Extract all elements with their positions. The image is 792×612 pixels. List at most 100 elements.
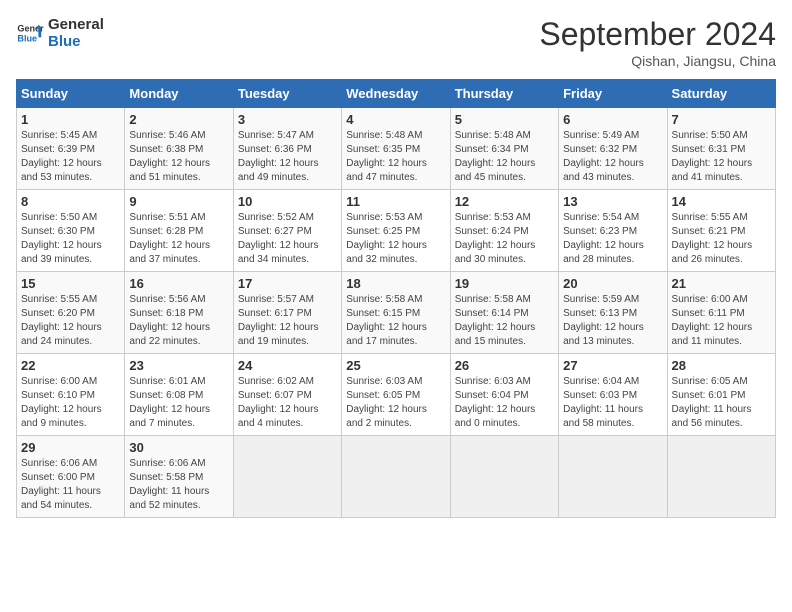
calendar-cell: 7Sunrise: 5:50 AM Sunset: 6:31 PM Daylig…: [667, 108, 775, 190]
calendar-cell: 23 Sunrise: 6:01 AM Sunset: 6:08 PM Dayli…: [125, 354, 233, 436]
day-number: 6: [563, 112, 662, 127]
day-info: Sunrise: 6:00 AM Sunset: 6:10 PM Dayligh…: [21, 375, 120, 431]
calendar-cell: 3 Sunrise: 5:47 AM Sunset: 6:36 PM Daylig…: [233, 108, 341, 190]
calendar-cell: [559, 436, 667, 518]
day-info: Sunrise: 5:48 AM Sunset: 6:34 PM Dayligh…: [455, 129, 554, 185]
day-number: 20: [563, 276, 662, 291]
day-info: Sunrise: 5:55 AM Sunset: 6:20 PM Dayligh…: [21, 293, 120, 349]
calendar-cell: 21Sunrise: 6:00 AM Sunset: 6:11 PM Dayli…: [667, 272, 775, 354]
calendar-cell: 19 Sunrise: 5:58 AM Sunset: 6:14 PM Dayli…: [450, 272, 558, 354]
calendar-cell: 22 Sunrise: 6:00 AM Sunset: 6:10 PM Dayli…: [17, 354, 125, 436]
calendar-cell: 4 Sunrise: 5:48 AM Sunset: 6:35 PM Daylig…: [342, 108, 450, 190]
calendar-cell: 13 Sunrise: 5:54 AM Sunset: 6:23 PM Dayli…: [559, 190, 667, 272]
day-info: Sunrise: 5:51 AM Sunset: 6:28 PM Dayligh…: [129, 211, 228, 267]
calendar-cell: 26 Sunrise: 6:03 AM Sunset: 6:04 PM Dayli…: [450, 354, 558, 436]
calendar-body: 1 Sunrise: 5:45 AM Sunset: 6:39 PM Daylig…: [17, 108, 776, 518]
calendar-header: SundayMondayTuesdayWednesdayThursdayFrid…: [17, 80, 776, 108]
day-number: 8: [21, 194, 120, 209]
day-number: 13: [563, 194, 662, 209]
calendar-cell: 8 Sunrise: 5:50 AM Sunset: 6:30 PM Daylig…: [17, 190, 125, 272]
day-number: 23: [129, 358, 228, 373]
calendar-cell: [342, 436, 450, 518]
calendar-cell: 24 Sunrise: 6:02 AM Sunset: 6:07 PM Dayli…: [233, 354, 341, 436]
day-info: Sunrise: 5:58 AM Sunset: 6:14 PM Dayligh…: [455, 293, 554, 349]
day-info: Sunrise: 5:53 AM Sunset: 6:24 PM Dayligh…: [455, 211, 554, 267]
day-info: Sunrise: 5:48 AM Sunset: 6:35 PM Dayligh…: [346, 129, 445, 185]
header-row: SundayMondayTuesdayWednesdayThursdayFrid…: [17, 80, 776, 108]
calendar-cell: 20 Sunrise: 5:59 AM Sunset: 6:13 PM Dayli…: [559, 272, 667, 354]
day-number: 4: [346, 112, 445, 127]
day-number: 24: [238, 358, 337, 373]
weekday-header: Sunday: [17, 80, 125, 108]
calendar-table: SundayMondayTuesdayWednesdayThursdayFrid…: [16, 79, 776, 518]
logo-line1: General: [48, 16, 104, 33]
logo-icon: General Blue: [16, 19, 44, 47]
day-info: Sunrise: 5:50 AM Sunset: 6:31 PM Dayligh…: [672, 129, 771, 185]
calendar-cell: 5 Sunrise: 5:48 AM Sunset: 6:34 PM Daylig…: [450, 108, 558, 190]
day-number: 14: [672, 194, 771, 209]
calendar-cell: 9 Sunrise: 5:51 AM Sunset: 6:28 PM Daylig…: [125, 190, 233, 272]
title-area: September 2024 Qishan, Jiangsu, China: [539, 16, 776, 69]
day-info: Sunrise: 5:53 AM Sunset: 6:25 PM Dayligh…: [346, 211, 445, 267]
day-info: Sunrise: 5:47 AM Sunset: 6:36 PM Dayligh…: [238, 129, 337, 185]
day-info: Sunrise: 6:05 AM Sunset: 6:01 PM Dayligh…: [672, 375, 771, 431]
calendar-cell: 17Sunrise: 5:57 AM Sunset: 6:17 PM Dayli…: [233, 272, 341, 354]
calendar-week-row: 29Sunrise: 6:06 AM Sunset: 6:00 PM Dayli…: [17, 436, 776, 518]
day-number: 18: [346, 276, 445, 291]
day-number: 27: [563, 358, 662, 373]
day-info: Sunrise: 5:58 AM Sunset: 6:15 PM Dayligh…: [346, 293, 445, 349]
day-number: 5: [455, 112, 554, 127]
day-info: Sunrise: 5:56 AM Sunset: 6:18 PM Dayligh…: [129, 293, 228, 349]
calendar-cell: 28Sunrise: 6:05 AM Sunset: 6:01 PM Dayli…: [667, 354, 775, 436]
day-number: 17: [238, 276, 337, 291]
day-info: Sunrise: 6:06 AM Sunset: 6:00 PM Dayligh…: [21, 457, 120, 513]
weekday-header: Saturday: [667, 80, 775, 108]
calendar-week-row: 8 Sunrise: 5:50 AM Sunset: 6:30 PM Daylig…: [17, 190, 776, 272]
calendar-cell: 6 Sunrise: 5:49 AM Sunset: 6:32 PM Daylig…: [559, 108, 667, 190]
logo-line2: Blue: [48, 33, 104, 50]
day-number: 19: [455, 276, 554, 291]
logo: General Blue General Blue: [16, 16, 104, 50]
calendar-cell: [450, 436, 558, 518]
day-number: 9: [129, 194, 228, 209]
day-number: 26: [455, 358, 554, 373]
day-info: Sunrise: 5:59 AM Sunset: 6:13 PM Dayligh…: [563, 293, 662, 349]
day-info: Sunrise: 6:04 AM Sunset: 6:03 PM Dayligh…: [563, 375, 662, 431]
day-info: Sunrise: 5:50 AM Sunset: 6:30 PM Dayligh…: [21, 211, 120, 267]
day-info: Sunrise: 5:55 AM Sunset: 6:21 PM Dayligh…: [672, 211, 771, 267]
day-info: Sunrise: 6:06 AM Sunset: 5:58 PM Dayligh…: [129, 457, 228, 513]
calendar-cell: [667, 436, 775, 518]
day-number: 25: [346, 358, 445, 373]
calendar-week-row: 1 Sunrise: 5:45 AM Sunset: 6:39 PM Daylig…: [17, 108, 776, 190]
calendar-cell: 29Sunrise: 6:06 AM Sunset: 6:00 PM Dayli…: [17, 436, 125, 518]
calendar-cell: 14 Sunrise: 5:55 AM Sunset: 6:21 PM Dayli…: [667, 190, 775, 272]
day-info: Sunrise: 5:52 AM Sunset: 6:27 PM Dayligh…: [238, 211, 337, 267]
day-info: Sunrise: 6:03 AM Sunset: 6:04 PM Dayligh…: [455, 375, 554, 431]
calendar-cell: 27 Sunrise: 6:04 AM Sunset: 6:03 PM Dayli…: [559, 354, 667, 436]
weekday-header: Thursday: [450, 80, 558, 108]
weekday-header: Wednesday: [342, 80, 450, 108]
weekday-header: Monday: [125, 80, 233, 108]
day-number: 10: [238, 194, 337, 209]
calendar-week-row: 15 Sunrise: 5:55 AM Sunset: 6:20 PM Dayli…: [17, 272, 776, 354]
day-info: Sunrise: 5:49 AM Sunset: 6:32 PM Dayligh…: [563, 129, 662, 185]
day-number: 15: [21, 276, 120, 291]
calendar-cell: 12Sunrise: 5:53 AM Sunset: 6:24 PM Dayli…: [450, 190, 558, 272]
svg-text:Blue: Blue: [17, 33, 37, 43]
day-info: Sunrise: 5:45 AM Sunset: 6:39 PM Dayligh…: [21, 129, 120, 185]
day-number: 1: [21, 112, 120, 127]
day-info: Sunrise: 6:01 AM Sunset: 6:08 PM Dayligh…: [129, 375, 228, 431]
day-info: Sunrise: 5:46 AM Sunset: 6:38 PM Dayligh…: [129, 129, 228, 185]
calendar-cell: 11Sunrise: 5:53 AM Sunset: 6:25 PM Dayli…: [342, 190, 450, 272]
calendar-cell: 10 Sunrise: 5:52 AM Sunset: 6:27 PM Dayli…: [233, 190, 341, 272]
day-info: Sunrise: 5:54 AM Sunset: 6:23 PM Dayligh…: [563, 211, 662, 267]
day-number: 22: [21, 358, 120, 373]
day-info: Sunrise: 6:00 AM Sunset: 6:11 PM Dayligh…: [672, 293, 771, 349]
day-number: 30: [129, 440, 228, 455]
day-number: 2: [129, 112, 228, 127]
day-number: 3: [238, 112, 337, 127]
calendar-cell: 16Sunrise: 5:56 AM Sunset: 6:18 PM Dayli…: [125, 272, 233, 354]
day-info: Sunrise: 6:02 AM Sunset: 6:07 PM Dayligh…: [238, 375, 337, 431]
calendar-cell: 25Sunrise: 6:03 AM Sunset: 6:05 PM Dayli…: [342, 354, 450, 436]
weekday-header: Friday: [559, 80, 667, 108]
